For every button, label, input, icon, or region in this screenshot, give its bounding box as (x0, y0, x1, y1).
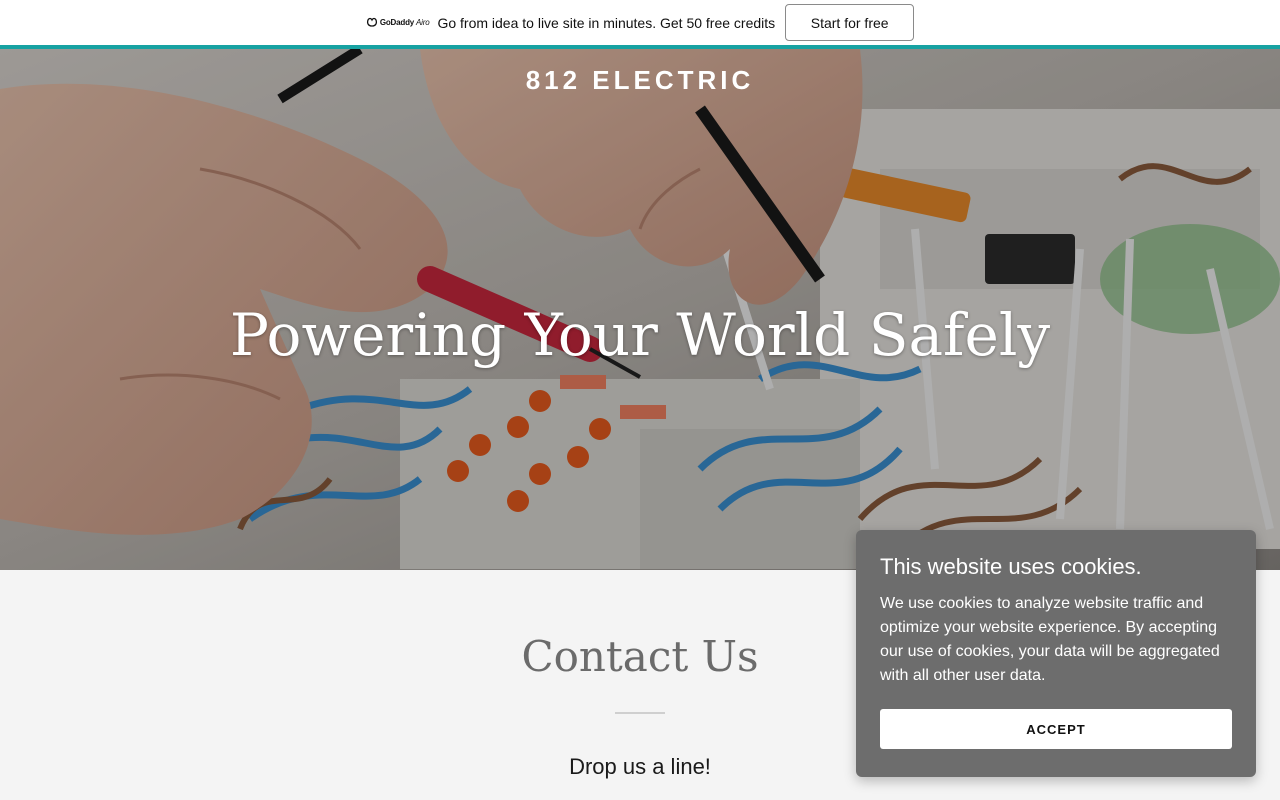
promo-banner: GoDaddy Airo Go from idea to live site i… (0, 0, 1280, 45)
cookie-consent-dialog: This website uses cookies. We use cookie… (856, 530, 1256, 777)
logo-text: GoDaddy (379, 18, 415, 27)
hero-section: 812 ELECTRIC Powering Your World Safely (0, 49, 1280, 570)
logo-suffix: Airo (416, 18, 430, 27)
section-divider (615, 712, 665, 714)
accept-cookies-button[interactable]: ACCEPT (880, 709, 1232, 749)
cookie-title: This website uses cookies. (880, 554, 1142, 579)
promo-message: Go from idea to live site in minutes. Ge… (437, 14, 776, 31)
site-brand[interactable]: 812 ELECTRIC (0, 65, 1280, 96)
godaddy-icon (366, 17, 378, 29)
start-for-free-button[interactable]: Start for free (785, 4, 915, 41)
cookie-body: We use cookies to analyze website traffi… (880, 595, 1220, 684)
hero-title: Powering Your World Safely (229, 301, 1051, 369)
godaddy-airo-logo[interactable]: GoDaddy Airo (366, 17, 430, 29)
